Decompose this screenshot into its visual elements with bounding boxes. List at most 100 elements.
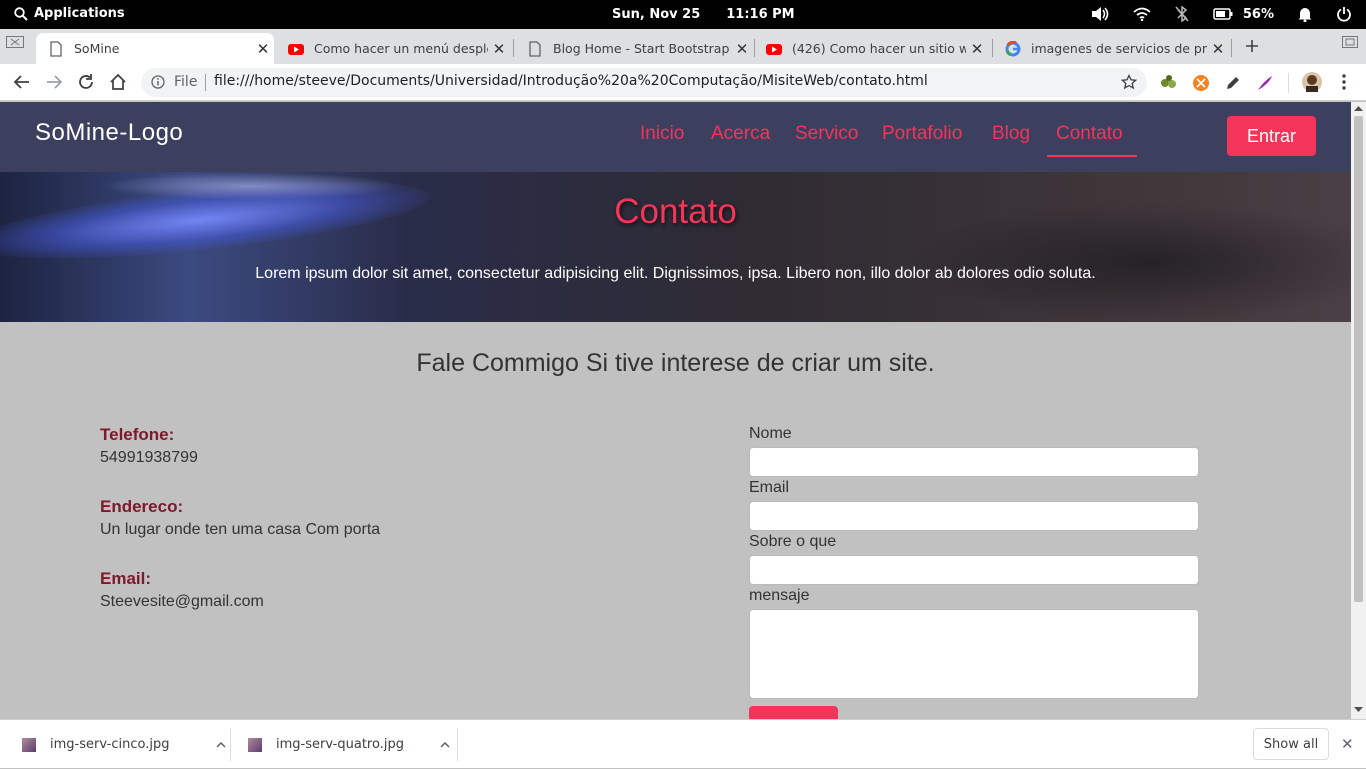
battery-icon[interactable]	[1213, 8, 1233, 20]
google-icon	[1005, 40, 1021, 56]
toolbar-divider	[1288, 73, 1289, 93]
address-value: Un lugar onde ten uma casa Com porta	[100, 521, 381, 538]
tab-title: SoMine	[74, 41, 120, 56]
tab-strip: SoMine ✕ Como hacer un menú desplega ✕ B…	[0, 29, 1366, 64]
applications-menu[interactable]: Applications	[14, 6, 125, 21]
email-label: Email:	[100, 569, 152, 588]
tab-title: (426) Como hacer un sitio web	[792, 41, 966, 56]
bluetooth-off-icon[interactable]	[1175, 6, 1189, 22]
page-scrollbar[interactable]	[1351, 102, 1366, 719]
download-divider	[457, 728, 458, 761]
power-icon[interactable]	[1336, 6, 1352, 22]
youtube-icon	[766, 43, 782, 55]
tab-title: Como hacer un menú desplega	[314, 41, 488, 56]
feather-pen-icon[interactable]	[1256, 74, 1274, 92]
restore-window-icon[interactable]	[1342, 36, 1358, 48]
tab-title: Blog Home - Start Bootstrap Te	[553, 41, 731, 56]
chevron-up-icon[interactable]	[215, 741, 226, 748]
nav-link-inicio[interactable]: Inicio	[640, 123, 684, 145]
hero-banner: Contato Lorem ipsum dolor sit amet, cons…	[0, 172, 1351, 322]
nav-link-portafolio[interactable]: Portafolio	[882, 123, 962, 145]
tab-somine[interactable]: SoMine ✕	[36, 33, 274, 64]
tab-youtube-menu[interactable]: Como hacer un menú desplega ✕	[276, 33, 510, 64]
reload-icon[interactable]	[76, 72, 96, 92]
avatar[interactable]	[1302, 72, 1322, 92]
hero-subtitle: Lorem ipsum dolor sit amet, consectetur …	[255, 265, 1096, 282]
url-text[interactable]: file:///home/steeve/Documents/Universida…	[214, 73, 928, 89]
submit-button[interactable]: Submit	[749, 706, 838, 719]
volume-icon[interactable]	[1091, 6, 1109, 22]
contact-heading: Fale Commigo Si tive interese de criar u…	[416, 349, 935, 377]
phone-value: 54991938799	[100, 449, 198, 466]
extension-orange-icon[interactable]	[1192, 74, 1210, 92]
address-bar[interactable]: File file:///home/steeve/Documents/Unive…	[141, 68, 1147, 97]
download-item[interactable]: img-serv-cinco.jpg	[0, 720, 226, 769]
tab-blog-home[interactable]: Blog Home - Start Bootstrap Te ✕	[515, 33, 753, 64]
download-filename: img-serv-cinco.jpg	[50, 737, 170, 752]
clock[interactable]: Sun, Nov 25 11:16 PM	[612, 7, 795, 22]
scroll-down-arrow-icon[interactable]	[1354, 707, 1363, 713]
wifi-icon[interactable]	[1133, 7, 1151, 21]
new-tab-plus-icon[interactable]	[1245, 39, 1259, 53]
close-downloads-icon[interactable]: ✕	[1341, 735, 1354, 753]
tab-title: imagenes de servicios de progr	[1031, 41, 1207, 56]
email-field[interactable]	[749, 501, 1199, 531]
notification-bell-icon[interactable]	[1298, 6, 1312, 22]
tab-divider	[1231, 39, 1232, 57]
name-field[interactable]	[749, 447, 1199, 477]
info-icon[interactable]	[151, 75, 165, 89]
browser-toolbar: File file:///home/steeve/Documents/Unive…	[0, 64, 1366, 101]
email-value: Steevesite@gmail.com	[100, 593, 264, 610]
close-tab-icon[interactable]: ✕	[1207, 40, 1229, 58]
file-icon	[50, 40, 62, 57]
tab-google-imagenes[interactable]: imagenes de servicios de progr ✕	[993, 33, 1229, 64]
tab-youtube-sitio[interactable]: (426) Como hacer un sitio web ✕	[754, 33, 988, 64]
hero-title: Contato	[614, 192, 737, 231]
subject-field-label: Sobre o que	[749, 533, 837, 550]
scroll-up-arrow-icon[interactable]	[1354, 105, 1363, 111]
close-tab-icon[interactable]: ✕	[966, 40, 988, 58]
date-label: Sun, Nov 25	[612, 7, 701, 22]
scheme-label: File	[174, 74, 198, 90]
close-tab-icon[interactable]: ✕	[252, 40, 274, 58]
os-top-bar: Applications Sun, Nov 25 11:16 PM 56%	[0, 0, 1366, 29]
phone-label: Telefone:	[100, 425, 175, 444]
system-tray: 56%	[1091, 6, 1352, 22]
window-menu-icon[interactable]	[6, 36, 24, 48]
message-textarea[interactable]	[749, 609, 1199, 699]
applications-label: Applications	[34, 6, 125, 21]
nav-link-acerca[interactable]: Acerca	[711, 123, 770, 145]
scrollbar-thumb[interactable]	[1354, 116, 1363, 602]
search-icon	[14, 6, 28, 21]
bookmark-star-icon[interactable]	[1121, 74, 1137, 90]
login-button[interactable]: Entrar	[1227, 116, 1316, 156]
download-item[interactable]: img-serv-quatro.jpg	[226, 720, 450, 769]
battery-percent: 56%	[1242, 6, 1274, 22]
forward-arrow-icon[interactable]	[44, 72, 64, 92]
active-nav-indicator	[1047, 155, 1137, 157]
web-page: SoMine-Logo Inicio Acerca Servico Portaf…	[0, 102, 1351, 719]
nav-link-servico[interactable]: Servico	[795, 123, 858, 145]
message-field-label: mensaje	[749, 587, 810, 604]
omnibox-divider	[205, 74, 206, 91]
chevron-up-icon[interactable]	[440, 741, 450, 748]
subject-field[interactable]	[749, 555, 1199, 585]
tab-divider	[513, 39, 514, 57]
back-arrow-icon[interactable]	[12, 72, 32, 92]
home-icon[interactable]	[108, 72, 128, 92]
site-logo[interactable]: SoMine-Logo	[35, 119, 183, 147]
youtube-icon	[288, 43, 304, 55]
pencil-icon[interactable]	[1224, 74, 1242, 92]
nav-link-blog[interactable]: Blog	[992, 123, 1030, 145]
show-all-downloads-button[interactable]: Show all	[1253, 728, 1329, 760]
close-tab-icon[interactable]: ✕	[488, 40, 510, 58]
address-label: Endereco:	[100, 497, 184, 516]
email-field-label: Email	[749, 479, 790, 496]
image-file-icon	[22, 737, 36, 752]
kebab-menu-icon[interactable]	[1338, 73, 1350, 91]
image-file-icon	[248, 737, 262, 752]
extension-puzzle-icon[interactable]	[1160, 74, 1178, 90]
downloads-bar: img-serv-cinco.jpg img-serv-quatro.jpg S…	[0, 719, 1366, 768]
close-tab-icon[interactable]: ✕	[731, 40, 753, 58]
nav-link-contato[interactable]: Contato	[1056, 123, 1123, 145]
